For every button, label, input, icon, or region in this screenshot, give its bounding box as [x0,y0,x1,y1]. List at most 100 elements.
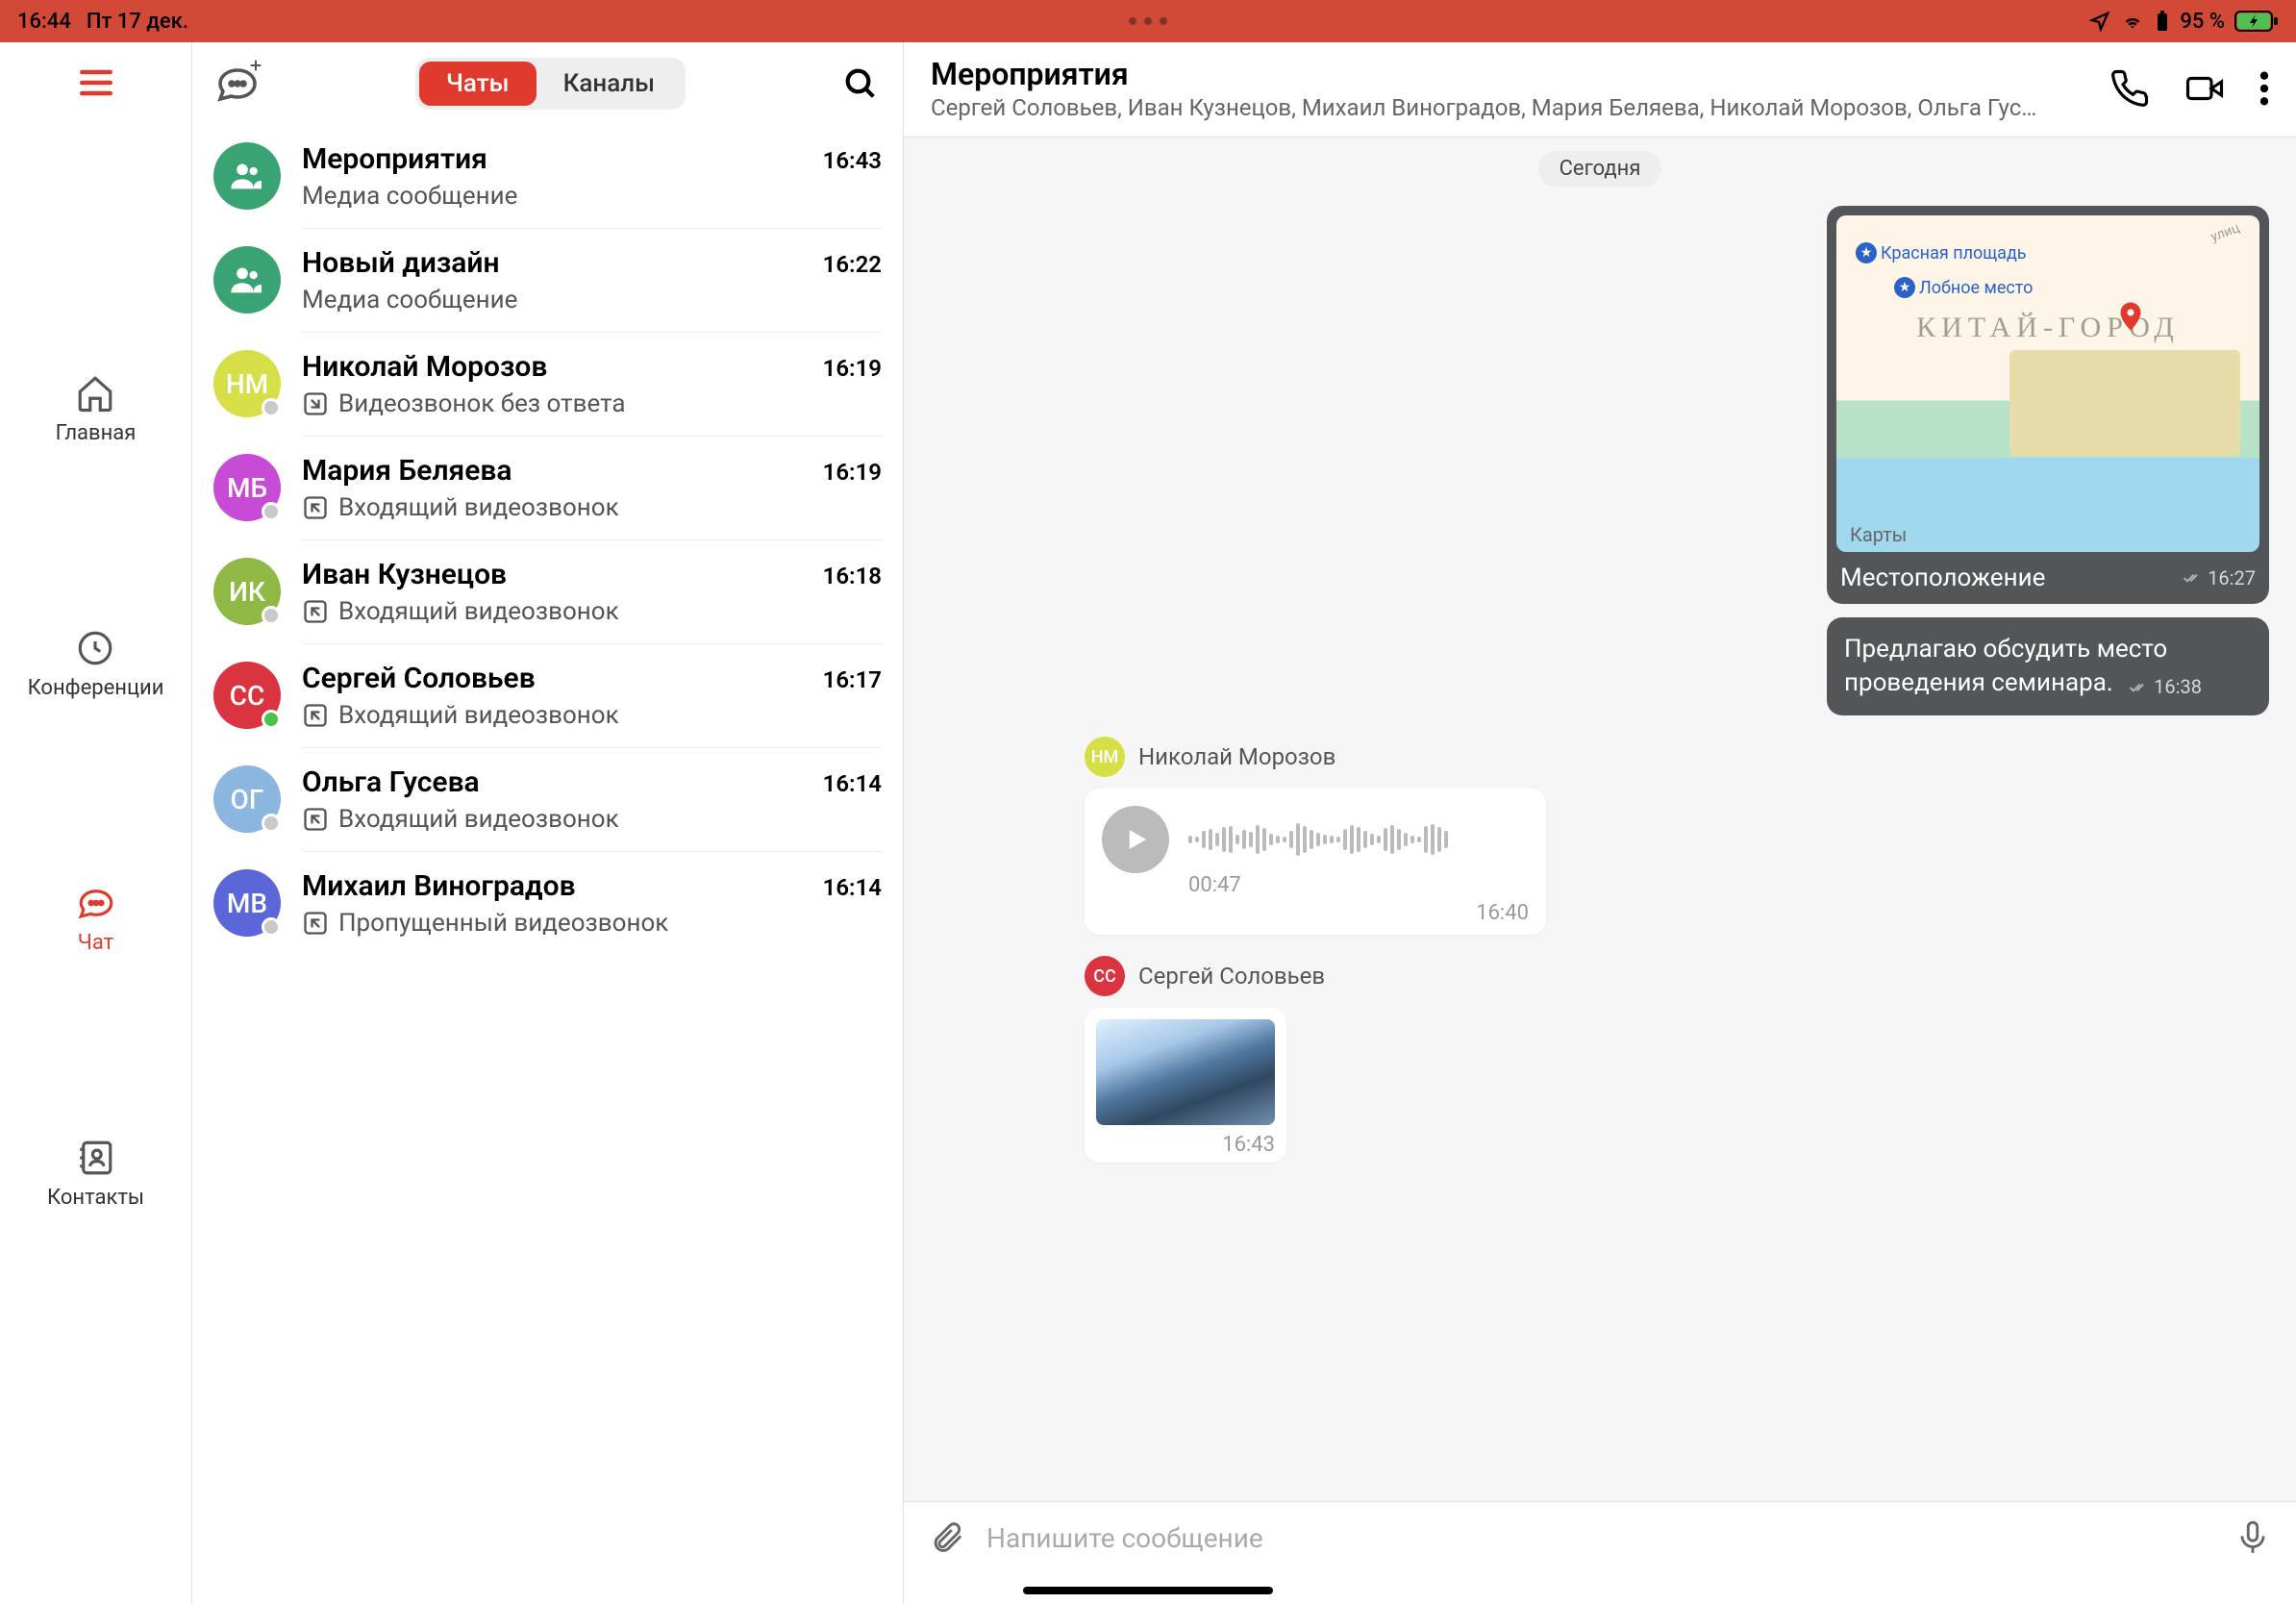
battery-icon [2234,11,2279,32]
avatar[interactable]: НМ [213,350,281,417]
chat-name: Михаил Виноградов [302,869,576,903]
nav-label: Конференции [28,676,164,700]
chat-subtitle: Пропущенный видеозвонок [338,909,668,938]
avatar[interactable] [213,246,281,313]
nav-label: Контакты [47,1186,144,1210]
message-input[interactable] [986,1522,2213,1554]
chat-subtitle: Медиа сообщение [302,182,517,211]
chat-row[interactable]: ИК Иван Кузнецов 16:18 Входящий видеозвон… [192,540,903,644]
image-thumbnail[interactable] [1096,1019,1275,1125]
call-direction-icon [302,806,329,833]
image-message[interactable]: 16:43 [1085,1008,1286,1163]
call-button[interactable] [2109,68,2150,109]
avatar[interactable]: ИК [213,558,281,625]
home-indicator[interactable] [1023,1587,1273,1594]
chat-row[interactable]: НМ Николай Морозов 16:19 Видеозвонок без … [192,333,903,437]
conversation-title[interactable]: Мероприятия [931,56,2090,92]
chat-time: 16:18 [823,563,882,589]
chat-row[interactable]: МВ Михаил Виноградов 16:14 Пропущенный ви… [192,852,903,955]
chat-subtitle: Видеозвонок без ответа [338,389,626,418]
nav-conferences[interactable]: Конференции [28,628,164,700]
sender-header: СС Сергей Соловьев [1085,956,2269,996]
chat-icon [76,883,116,923]
sender-header: НМ Николай Морозов [1085,737,2269,777]
chat-time: 16:19 [823,459,882,486]
more-button[interactable] [2259,68,2269,109]
voice-record-button[interactable] [2234,1519,2271,1556]
map-pin-icon [2117,302,2144,337]
voice-duration: 00:47 [1188,873,1529,897]
avatar[interactable]: ОГ [213,765,281,833]
location-message[interactable]: улиц ★Красная площадь ★Лобное место КИТА… [1827,206,2269,604]
chat-time: 16:43 [823,147,882,174]
conversation-members: Сергей Соловьев, Иван Кузнецов, Михаил В… [931,94,2090,121]
status-date: Пт 17 дек. [87,10,188,34]
tab-channels[interactable]: Каналы [537,62,682,106]
chat-subtitle: Входящий видеозвонок [338,805,619,834]
avatar[interactable] [213,142,281,210]
chat-row[interactable]: ОГ Ольга Гусева 16:14 Входящий видеозвоно… [192,748,903,852]
call-direction-icon [302,390,329,417]
chat-time: 16:14 [823,874,882,901]
chat-name: Мария Беляева [302,454,512,488]
chat-name: Николай Морозов [302,350,547,384]
chat-subtitle: Входящий видеозвонок [338,597,619,626]
chat-name: Ольга Гусева [302,765,480,799]
call-direction-icon [302,702,329,729]
call-direction-icon [302,910,329,937]
call-direction-icon [302,598,329,625]
play-button[interactable] [1102,806,1169,873]
chat-name: Новый дизайн [302,246,500,280]
avatar[interactable]: МВ [213,869,281,937]
chat-row[interactable]: СС Сергей Соловьев 16:17 Входящий видеозв… [192,644,903,748]
conversation-panel: Мероприятия Сергей Соловьев, Иван Кузнец… [904,42,2296,1604]
clock-icon [75,628,115,668]
nav-label: Чат [78,931,113,955]
avatar[interactable]: МБ [213,454,281,521]
multitask-dots[interactable] [1129,17,1167,25]
video-call-button[interactable] [2183,68,2227,109]
home-icon [75,373,115,414]
map-thumbnail[interactable]: улиц ★Красная площадь ★Лобное место КИТА… [1836,215,2259,552]
wifi-icon [2120,11,2145,32]
search-button[interactable] [839,63,882,105]
chat-subtitle: Медиа сообщение [302,286,517,314]
attach-button[interactable] [929,1519,965,1556]
status-bar: 16:44 Пт 17 дек. 95 % [0,0,2296,42]
voice-message[interactable]: 00:47 16:40 [1085,789,1546,935]
contacts-icon [75,1138,115,1178]
avatar[interactable]: СС [213,662,281,729]
call-direction-icon [302,494,329,521]
map-attribution: Карты [1846,523,1907,546]
battery-percent: 95 % [2180,10,2225,34]
status-time: 16:44 [17,10,71,34]
chat-time: 16:14 [823,770,882,797]
chat-time: 16:19 [823,355,882,382]
chat-subtitle: Входящий видеозвонок [338,701,619,730]
chat-name: Иван Кузнецов [302,558,507,591]
new-chat-button[interactable] [213,60,262,108]
chat-row[interactable]: Мероприятия16:43 Медиа сообщение [192,125,903,229]
status-icons: 95 % [2089,10,2279,34]
chat-row[interactable]: Новый дизайн16:22 Медиа сообщение [192,229,903,333]
nav-label: Главная [56,421,137,445]
message-time: 16:40 [1102,901,1529,925]
nav-contacts[interactable]: Контакты [47,1138,144,1210]
message-caption: Местоположение [1840,564,2045,592]
chat-row[interactable]: МБ Мария Беляева 16:19 Входящий видеозвон… [192,437,903,540]
chat-name: Сергей Соловьев [302,662,536,695]
sidebar: Главная Конференции Чат Контакты [0,42,192,1604]
waveform[interactable] [1188,815,1529,864]
date-separator: Сегодня [1538,151,1662,187]
message-time: 16:43 [1096,1133,1275,1157]
avatar[interactable]: НМ [1085,737,1125,777]
nav-home[interactable]: Главная [56,373,137,445]
tab-chats[interactable]: Чаты [419,62,537,106]
chat-time: 16:17 [823,666,882,693]
text-message[interactable]: Предлагаю обсудить место проведения семи… [1827,617,2269,715]
nav-chat[interactable]: Чат [76,883,116,955]
avatar[interactable]: СС [1085,956,1125,996]
chat-subtitle: Входящий видеозвонок [338,493,619,522]
chat-list-panel: Чаты Каналы Мероприятия16:43 Медиа сообщ… [192,42,904,1604]
menu-button[interactable] [75,62,117,104]
